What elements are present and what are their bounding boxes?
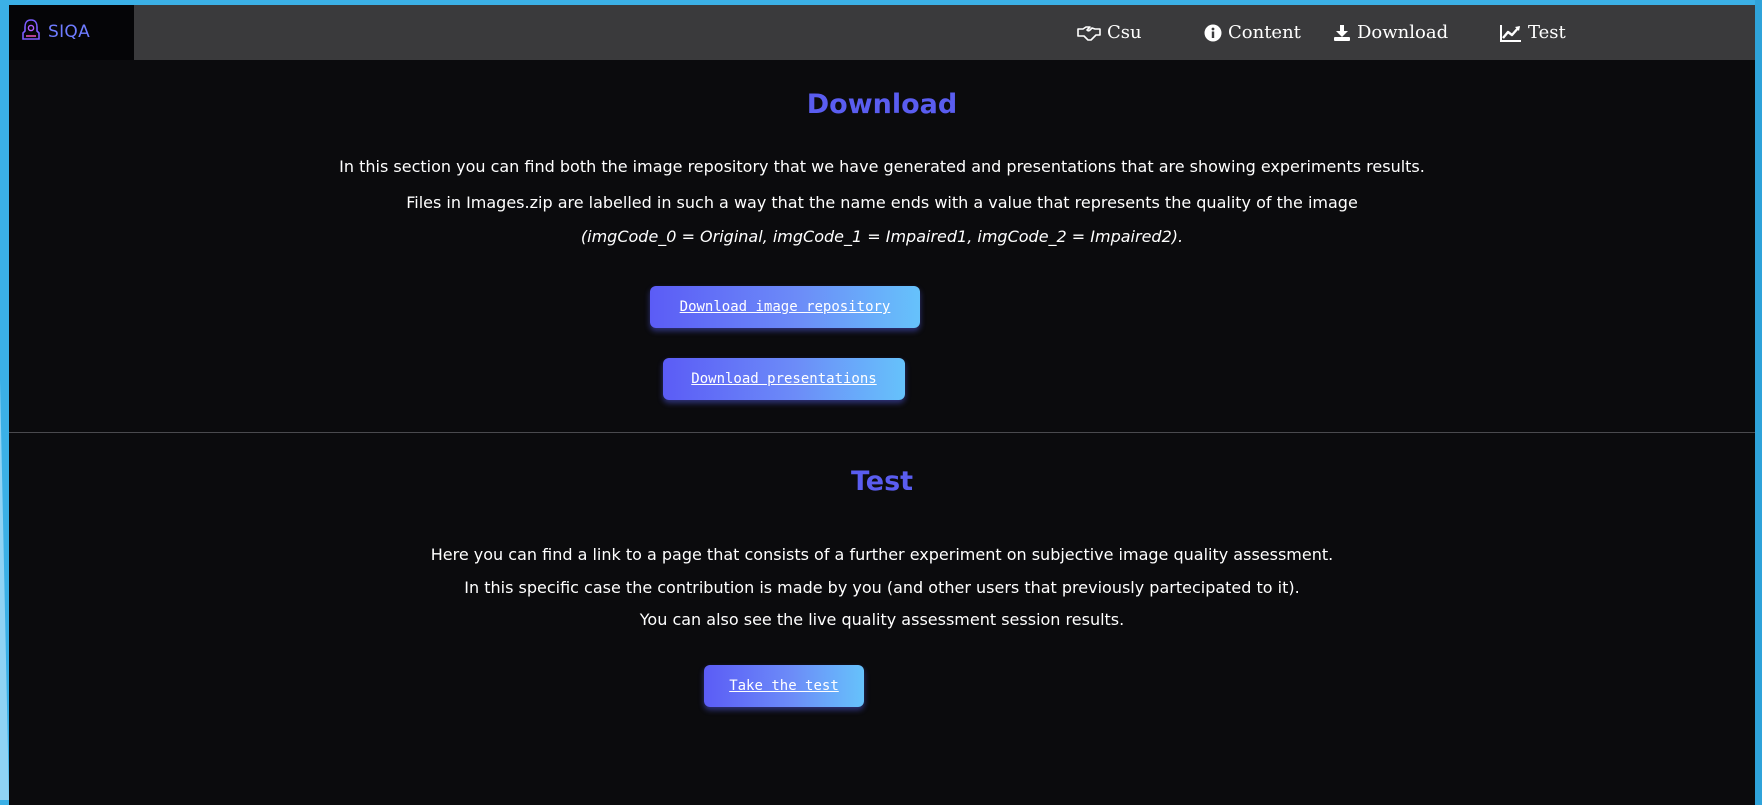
slide-frame-right: [1755, 0, 1762, 805]
handshake-icon: [1077, 25, 1101, 41]
download-presentations-button[interactable]: Download presentations: [663, 358, 905, 400]
nav-item-csu[interactable]: Csu: [1077, 5, 1142, 60]
nav-item-download[interactable]: Download: [1333, 5, 1448, 60]
download-description-line: In this section you can find both the im…: [339, 157, 1425, 176]
download-image-repository-button[interactable]: Download image repository: [650, 286, 920, 328]
test-section-title: Test: [850, 466, 914, 497]
download-description-line: Files in Images.zip are labelled in such…: [406, 193, 1358, 212]
nav-item-label: Test: [1528, 22, 1566, 43]
take-the-test-button[interactable]: Take the test: [704, 665, 864, 707]
slide-frame-decoration: [0, 380, 9, 800]
nav-item-test[interactable]: Test: [1500, 5, 1566, 60]
app-window: SIQA Csu Content Download Test Download …: [9, 5, 1755, 805]
test-description-line: Here you can find a link to a page that …: [430, 545, 1334, 564]
brand-logo-icon: [21, 19, 41, 41]
navbar: SIQA Csu Content Download Test: [9, 5, 1755, 60]
brand[interactable]: SIQA: [9, 5, 134, 60]
test-description-line: In this specific case the contribution i…: [464, 578, 1300, 597]
test-description-line: You can also see the live quality assess…: [639, 610, 1125, 629]
nav-item-label: Csu: [1107, 22, 1142, 43]
line-chart-icon: [1500, 24, 1521, 42]
info-circle-icon: [1204, 24, 1222, 41]
nav-item-content[interactable]: Content: [1204, 5, 1301, 60]
section-divider: [9, 432, 1755, 433]
download-description-line: (imgCode_0 = Original, imgCode_1 = Impai…: [580, 227, 1184, 246]
brand-name: SIQA: [48, 22, 91, 42]
nav-item-label: Content: [1228, 22, 1301, 43]
nav-item-label: Download: [1357, 22, 1449, 43]
download-icon: [1334, 24, 1350, 41]
download-section-title: Download: [806, 89, 958, 120]
